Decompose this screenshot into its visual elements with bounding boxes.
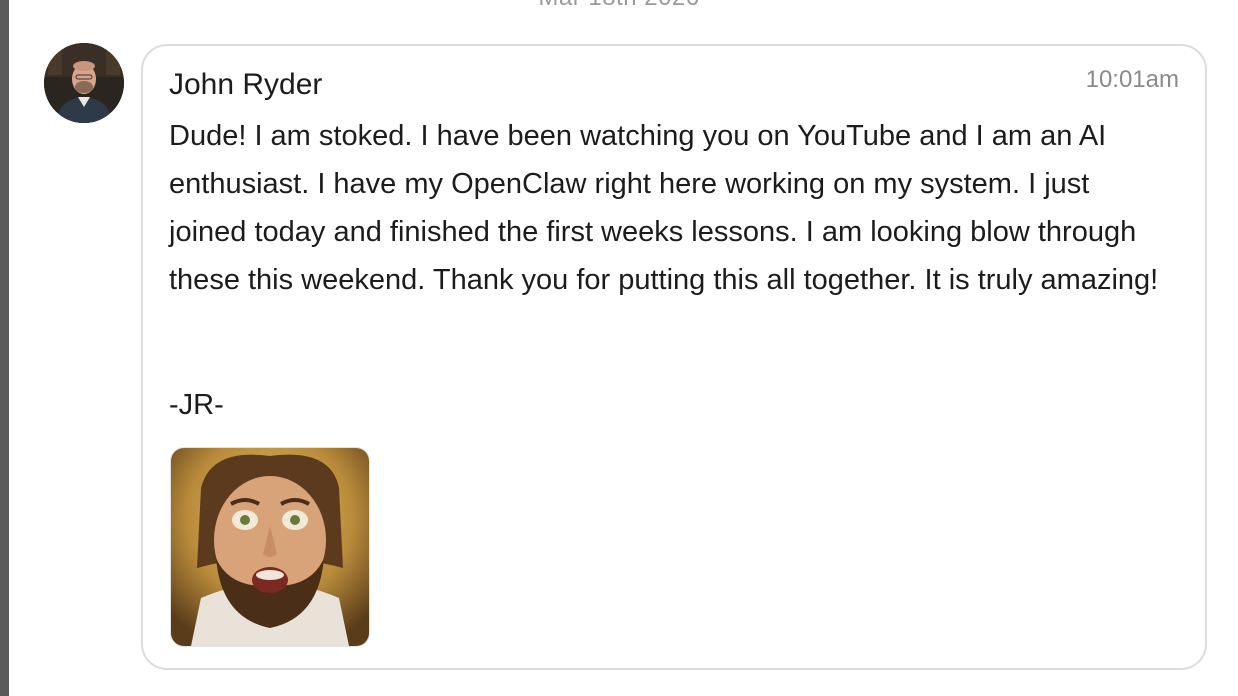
- user-avatar-photo-icon: [44, 43, 124, 123]
- message-body: Dude! I am stoked. I have been watching …: [169, 112, 1169, 304]
- message-signature: -JR-: [169, 389, 224, 421]
- message-bubble: John Ryder 10:01am Dude! I am stoked. I …: [141, 44, 1207, 670]
- sender-name[interactable]: John Ryder: [169, 68, 322, 102]
- window-edge: [0, 0, 9, 696]
- surprised-face-image-icon: [171, 448, 369, 646]
- image-attachment[interactable]: [170, 447, 370, 647]
- message-text: Dude! I am stoked. I have been watching …: [169, 120, 1159, 296]
- message-timestamp: 10:01am: [1085, 66, 1179, 93]
- chat-view: Mar 18th 2026 John Ryder 10:01am Dude! I…: [0, 0, 1238, 696]
- date-divider: Mar 18th 2026: [0, 0, 1238, 12]
- avatar[interactable]: [44, 43, 124, 123]
